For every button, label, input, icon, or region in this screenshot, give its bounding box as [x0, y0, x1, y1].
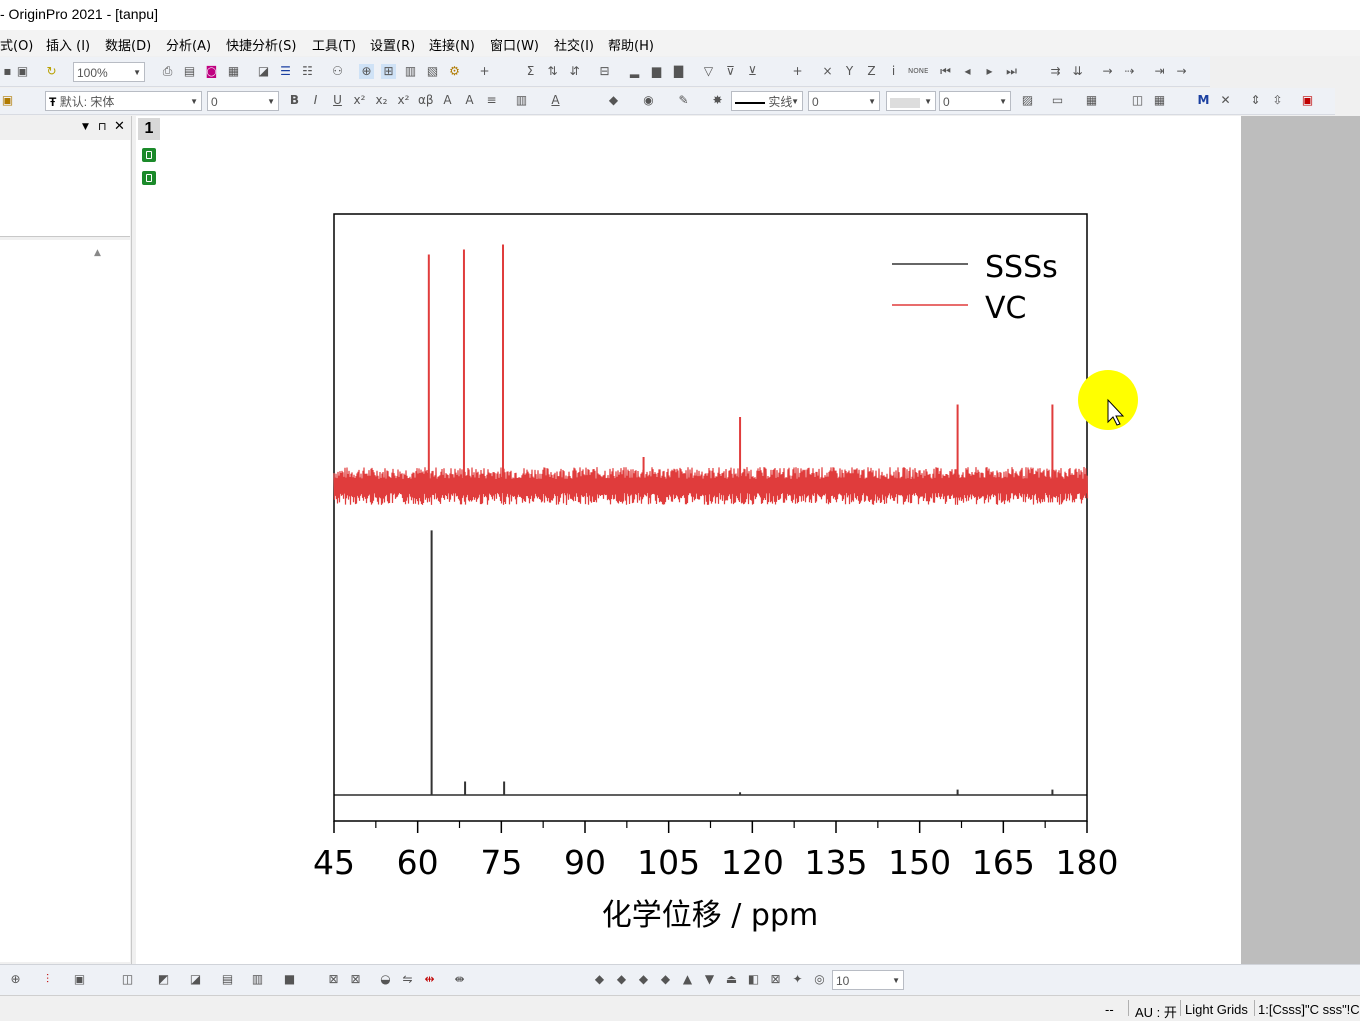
chevron-down-icon: ▼: [892, 976, 900, 985]
shape-10-icon[interactable]: ✦: [790, 972, 805, 987]
x-tick-label: 120: [721, 843, 784, 882]
status-grids[interactable]: Light Grids: [1185, 1002, 1248, 1017]
x-tick-label: 45: [313, 843, 355, 882]
x-tick-label: 90: [564, 843, 606, 882]
object-toolbar: ⊕ ⫶ ▣ ◫ ◩ ◪ ▤ ▥ ■ ⊠ ⊠ ◒ ⇋ ⇹ ⇼ ◆ ◆ ◆ ◆ ▲ …: [0, 964, 1360, 996]
color-block-icon[interactable]: ■: [282, 972, 297, 987]
status-dashes: --: [1105, 1002, 1114, 1017]
shape-11-icon[interactable]: ◎: [812, 972, 827, 987]
x-axis: 45 60 75 90 105 120 135 150 165 180: [313, 821, 1119, 882]
rotate-icon[interactable]: ◒: [378, 972, 393, 987]
back-icon[interactable]: ◪: [188, 972, 203, 987]
plot-frame: [333, 213, 1088, 822]
size-value: 10: [836, 974, 850, 988]
x-tick-label: 165: [972, 843, 1035, 882]
size-combo[interactable]: 10 ▼: [832, 970, 904, 990]
legend-label-sssss: SSSs: [985, 250, 1058, 285]
shape-7-icon[interactable]: ⏏: [724, 972, 739, 987]
shape-6-icon[interactable]: ▼: [702, 972, 717, 987]
lock-icon[interactable]: ▣: [1300, 93, 1315, 108]
status-info: 1:[Csss]"C sss"!Co: [1258, 1002, 1360, 1017]
candlestick-icon[interactable]: ⫶: [40, 972, 55, 987]
x-tick-label: 75: [480, 843, 522, 882]
x-tick-label: 150: [888, 843, 951, 882]
legend-label-vc: VC: [985, 291, 1026, 326]
resize-icon[interactable]: ⇳: [1270, 93, 1285, 108]
distribute-icon[interactable]: ⇕: [1248, 93, 1263, 108]
nmr-chart[interactable]: 45 60 75 90 105 120 135 150 165 180 SSSs VC 化学位移 …: [0, 0, 1240, 964]
mouse-pointer-icon: [1107, 398, 1125, 426]
x-tick-label: 60: [397, 843, 439, 882]
x-tick-label: 105: [637, 843, 700, 882]
workspace-background: [1241, 116, 1360, 964]
x-tick-label: 135: [805, 843, 868, 882]
scale-icon[interactable]: ⊠: [348, 972, 363, 987]
shape-2-icon[interactable]: ◆: [614, 972, 629, 987]
x-tick-label: 180: [1056, 843, 1119, 882]
flip-icon[interactable]: ⇋: [400, 972, 415, 987]
shape-9-icon[interactable]: ⊠: [768, 972, 783, 987]
x-axis-title: 化学位移 / ppm: [602, 898, 819, 933]
align-top-icon[interactable]: ▥: [250, 972, 265, 987]
status-bar: -- AU : 开 Light Grids 1:[Csss]"C sss"!Co: [0, 995, 1360, 1021]
box-icon[interactable]: ▣: [72, 972, 87, 987]
shape-3-icon[interactable]: ◆: [636, 972, 651, 987]
shape-5-icon[interactable]: ▲: [680, 972, 695, 987]
plot-area: [333, 213, 1088, 822]
shape-8-icon[interactable]: ◧: [746, 972, 761, 987]
shape-4-icon[interactable]: ◆: [658, 972, 673, 987]
cursor-highlight: [1078, 370, 1138, 430]
align-left-icon[interactable]: ▤: [220, 972, 235, 987]
front-icon[interactable]: ◩: [156, 972, 171, 987]
ungroup-icon[interactable]: ⊠: [326, 972, 341, 987]
arrow-tool-icon[interactable]: ⊕: [8, 972, 23, 987]
shape-1-icon[interactable]: ◆: [592, 972, 607, 987]
status-autoupdate[interactable]: AU : 开: [1135, 1002, 1177, 1021]
group-icon[interactable]: ◫: [120, 972, 135, 987]
distribute-v-icon[interactable]: ⇼: [452, 972, 467, 987]
distribute-h-icon[interactable]: ⇹: [422, 972, 437, 987]
